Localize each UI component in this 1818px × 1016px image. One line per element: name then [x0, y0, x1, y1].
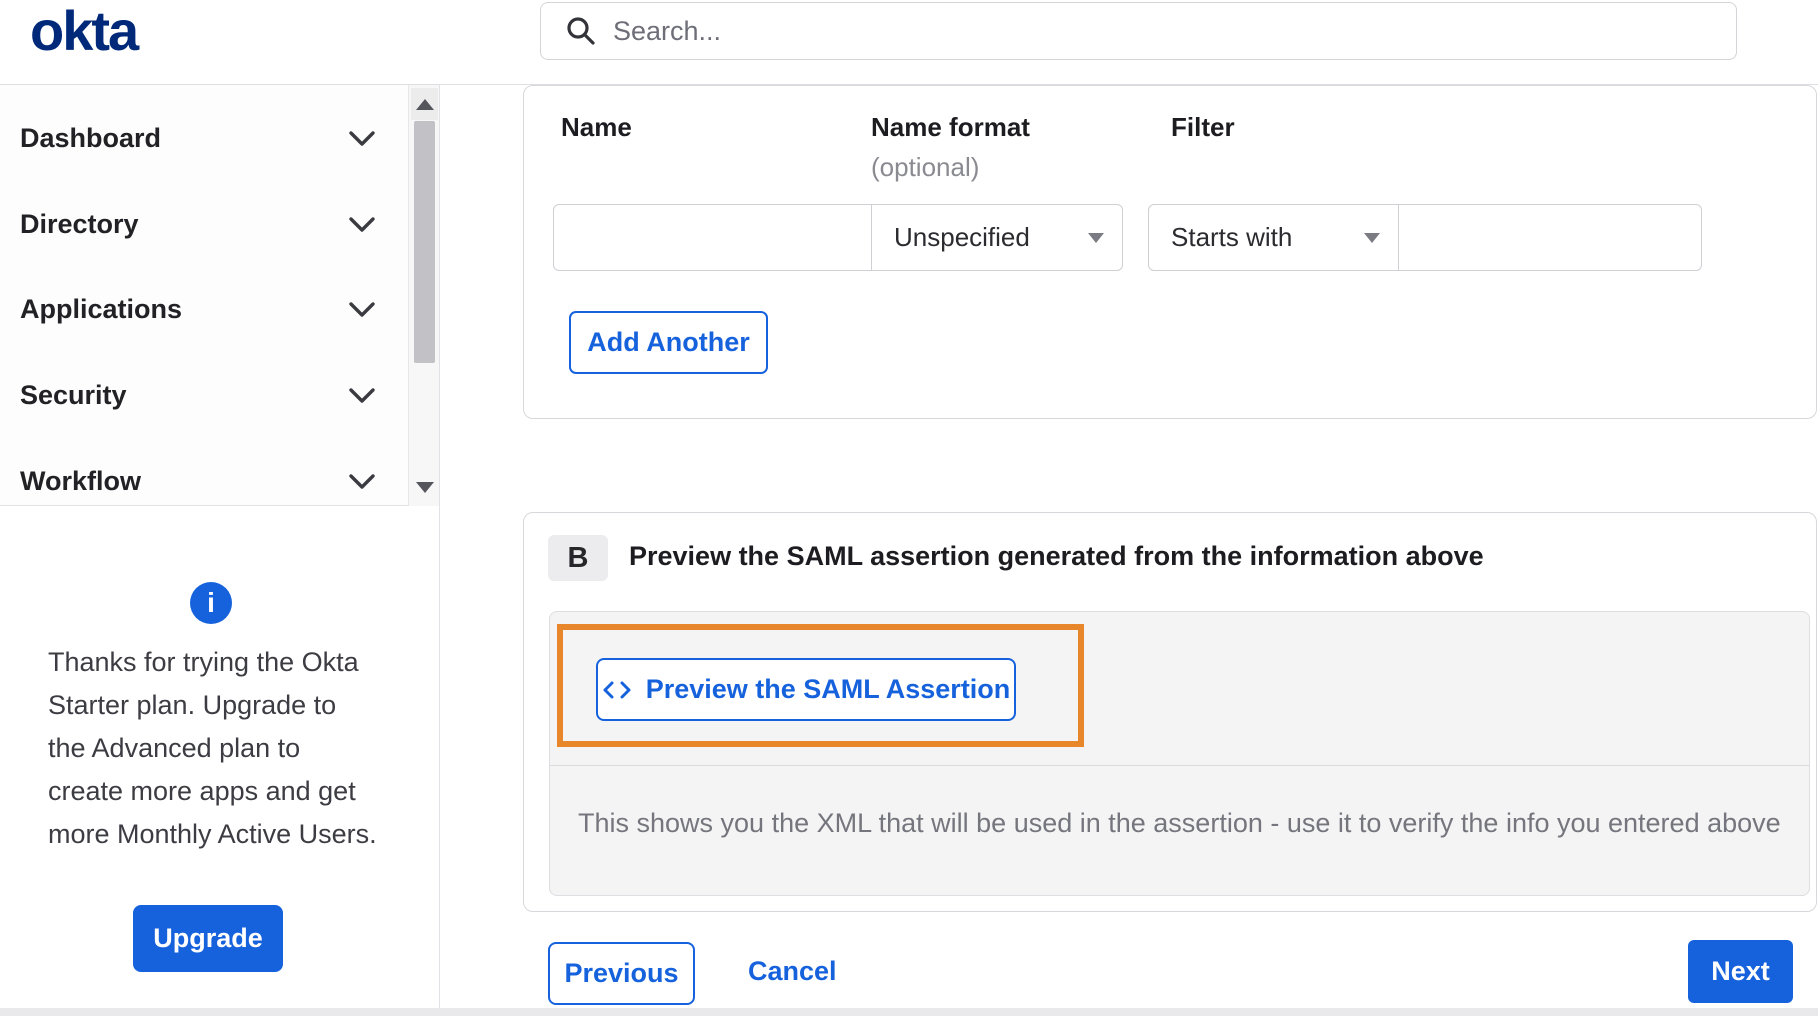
sidebar-item-workflow[interactable]: Workflow: [0, 455, 406, 507]
name-format-select[interactable]: Unspecified: [871, 204, 1123, 271]
cancel-link[interactable]: Cancel: [748, 956, 837, 987]
triangle-up-icon: [415, 98, 434, 110]
name-format-column-label: Name format: [871, 112, 1030, 142]
previous-button[interactable]: Previous: [548, 942, 695, 1005]
search-input[interactable]: Search...: [540, 2, 1737, 60]
sidebar-scrollbar[interactable]: [408, 85, 439, 506]
promo-line: Starter plan. Upgrade to: [48, 690, 337, 720]
scroll-down-button[interactable]: [411, 471, 438, 503]
search-icon: [567, 17, 595, 45]
scroll-up-button[interactable]: [411, 88, 438, 120]
promo-line: more Monthly Active Users.: [48, 819, 377, 849]
chevron-down-icon: [349, 302, 375, 317]
sidebar-item-dashboard[interactable]: Dashboard: [0, 112, 406, 164]
trial-promo-text: Thanks for trying the Okta Starter plan.…: [48, 641, 388, 856]
upgrade-button[interactable]: Upgrade: [133, 905, 283, 972]
horizontal-scrollbar[interactable]: [0, 1008, 1818, 1016]
chevron-down-icon: [349, 217, 375, 232]
preview-panel: Preview the SAML Assertion This shows yo…: [549, 611, 1810, 896]
info-icon: i: [190, 582, 232, 624]
scrollbar-thumb[interactable]: [414, 121, 435, 363]
chevron-down-icon: [349, 388, 375, 403]
section-b-badge: B: [548, 535, 608, 581]
okta-admin-page: okta Search... Dashboard Directory Appli…: [0, 0, 1818, 1016]
triangle-down-icon: [415, 481, 434, 493]
search-placeholder: Search...: [613, 15, 722, 46]
chevron-down-icon: [349, 474, 375, 489]
okta-logo: okta: [30, 0, 139, 62]
name-format-selected-value: Unspecified: [894, 222, 1030, 252]
code-icon: [603, 681, 631, 698]
sidebar-item-label: Directory: [20, 209, 139, 239]
sidebar-item-directory[interactable]: Directory: [0, 198, 406, 250]
dropdown-caret-icon: [1088, 232, 1104, 243]
attribute-statement-card: Name Name format (optional) Filter Unspe…: [523, 85, 1817, 419]
sidebar-item-label: Applications: [20, 294, 183, 324]
promo-line: the Advanced plan to: [48, 733, 301, 763]
attribute-name-input[interactable]: [553, 204, 872, 271]
dropdown-caret-icon: [1364, 232, 1380, 243]
filter-operator-selected-value: Starts with: [1171, 222, 1293, 252]
name-column-label: Name: [561, 112, 632, 142]
filter-column-label: Filter: [1171, 112, 1235, 142]
promo-line: create more apps and get: [48, 776, 356, 806]
sidebar-item-applications[interactable]: Applications: [0, 283, 406, 335]
filter-value-input[interactable]: [1398, 204, 1702, 271]
top-header: okta Search...: [0, 0, 1818, 85]
next-button[interactable]: Next: [1688, 940, 1793, 1003]
sidebar-item-label: Security: [20, 380, 127, 410]
chevron-down-icon: [349, 131, 375, 146]
preview-saml-assertion-button[interactable]: Preview the SAML Assertion: [596, 658, 1016, 721]
sidebar-item-label: Workflow: [20, 466, 141, 496]
preview-button-label: Preview the SAML Assertion: [645, 674, 1011, 704]
promo-line: Thanks for trying the Okta: [48, 647, 359, 677]
add-another-button[interactable]: Add Another: [569, 311, 768, 374]
section-b-title: Preview the SAML assertion generated fro…: [629, 541, 1484, 571]
preview-helper-text: This shows you the XML that will be used…: [578, 808, 1781, 838]
sidebar: Dashboard Directory Applications Securit…: [0, 85, 440, 1016]
panel-divider: [550, 765, 1809, 766]
sidebar-item-security[interactable]: Security: [0, 369, 406, 421]
filter-operator-select[interactable]: Starts with: [1148, 204, 1399, 271]
sidebar-nav: Dashboard Directory Applications Securit…: [0, 85, 439, 506]
preview-assertion-card: B Preview the SAML assertion generated f…: [523, 512, 1817, 912]
name-format-optional-label: (optional): [871, 152, 980, 182]
sidebar-item-label: Dashboard: [20, 123, 162, 153]
